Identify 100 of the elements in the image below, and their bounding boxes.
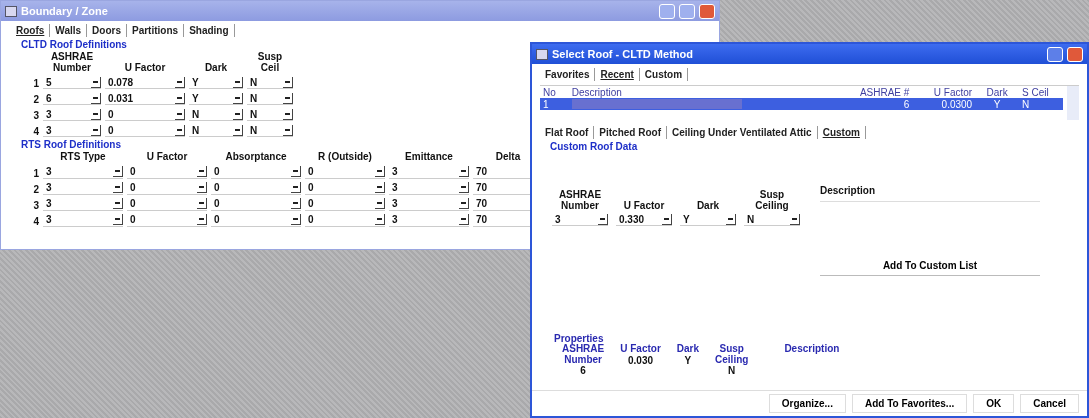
section-title: Properties bbox=[554, 333, 605, 344]
dropdown[interactable]: 3 bbox=[43, 124, 101, 137]
dropdown[interactable]: 3 bbox=[43, 213, 123, 227]
column-header: ASHRAE Number bbox=[49, 52, 95, 73]
dropdown[interactable]: N bbox=[247, 76, 293, 89]
section-title: CLTD Roof Definitions bbox=[21, 39, 127, 50]
dropdown[interactable]: 0 bbox=[211, 181, 301, 195]
tab[interactable]: Pitched Roof bbox=[594, 126, 667, 139]
dropdown[interactable]: 3 bbox=[43, 197, 123, 211]
column-header: Emittance bbox=[404, 152, 454, 163]
window-title: Select Roof - CLTD Method bbox=[552, 48, 693, 60]
dropdown[interactable]: 0 bbox=[211, 165, 301, 179]
dropdown[interactable]: 0 bbox=[127, 165, 207, 179]
tab[interactable]: Walls bbox=[50, 24, 88, 37]
scrollbar[interactable] bbox=[1067, 86, 1079, 120]
dropdown[interactable]: N bbox=[189, 108, 243, 121]
property-label: ASHRAE Number bbox=[562, 344, 605, 365]
row-number: 1 bbox=[32, 78, 39, 89]
list-cell-text: N bbox=[1021, 98, 1031, 110]
dialog-button[interactable]: Cancel bbox=[1020, 394, 1079, 413]
property-label: Dark bbox=[676, 344, 700, 355]
column-header: Delta bbox=[494, 152, 522, 163]
row-number: 4 bbox=[32, 215, 39, 227]
section-title: Custom Roof Data bbox=[550, 141, 638, 152]
dropdown[interactable]: N bbox=[247, 124, 293, 137]
dropdown[interactable]: 0 bbox=[211, 213, 301, 227]
dropdown[interactable]: 0.078 bbox=[105, 76, 185, 89]
dropdown[interactable]: 0 bbox=[127, 181, 207, 195]
dropdown[interactable]: 0.031 bbox=[105, 92, 185, 105]
tab[interactable]: Doors bbox=[87, 24, 127, 37]
dropdown[interactable]: N bbox=[189, 124, 243, 137]
column-header: Susp Ceil bbox=[256, 52, 284, 73]
property-label: Description bbox=[784, 344, 840, 355]
field-label: Dark bbox=[695, 200, 721, 211]
dropdown[interactable]: 0 bbox=[305, 197, 385, 211]
property-value: 0.030 bbox=[628, 354, 654, 366]
dropdown[interactable]: 3 bbox=[43, 108, 101, 121]
column-header: Dark bbox=[985, 86, 1009, 98]
list-cell-text: Y bbox=[992, 98, 1002, 110]
tab[interactable]: Custom bbox=[639, 68, 689, 81]
property-value: 6 bbox=[580, 365, 586, 376]
dropdown[interactable]: 3 bbox=[389, 181, 469, 195]
list-cell-text: 0.0300 bbox=[940, 98, 974, 110]
column-header: Dark bbox=[203, 62, 229, 73]
field-label: Description bbox=[820, 186, 876, 197]
dropdown[interactable]: 0 bbox=[105, 124, 185, 137]
column-header: S Ceil bbox=[1021, 86, 1050, 98]
dialog-button[interactable]: Add To Favorites... bbox=[851, 394, 968, 413]
row-number: 3 bbox=[32, 110, 39, 121]
row-number: 2 bbox=[32, 94, 39, 105]
dropdown[interactable]: N bbox=[744, 213, 800, 226]
dropdown[interactable]: N bbox=[247, 108, 293, 121]
dropdown[interactable]: Y bbox=[189, 92, 243, 105]
column-header: U Factor bbox=[932, 86, 974, 98]
row-number: 4 bbox=[32, 126, 39, 137]
dropdown[interactable]: 6 bbox=[43, 92, 101, 105]
dropdown[interactable]: 3 bbox=[552, 213, 608, 226]
dropdown[interactable]: 0 bbox=[305, 181, 385, 195]
column-header: U Factor bbox=[123, 62, 167, 73]
field-label: ASHRAE Number bbox=[557, 190, 603, 211]
section-title: RTS Roof Definitions bbox=[21, 139, 121, 150]
dropdown[interactable]: Y bbox=[189, 76, 243, 89]
dropdown[interactable]: 0.330 bbox=[616, 213, 672, 226]
dropdown[interactable]: 5 bbox=[43, 76, 101, 89]
dialog-button[interactable]: OK bbox=[973, 394, 1015, 413]
dropdown[interactable]: 0 bbox=[305, 213, 385, 227]
tab[interactable]: Shading bbox=[184, 24, 235, 37]
column-header: R (Outside) bbox=[317, 152, 373, 163]
dropdown[interactable]: 3 bbox=[389, 165, 469, 179]
dialog-button[interactable]: Organize... bbox=[768, 394, 846, 413]
column-header: U Factor bbox=[145, 152, 189, 163]
dropdown[interactable]: 0 bbox=[127, 213, 207, 227]
tab[interactable]: Flat Roof bbox=[540, 126, 595, 139]
dropdown[interactable]: 3 bbox=[43, 165, 123, 179]
list-row[interactable]: 1 6 0.0300 Y N bbox=[540, 98, 1063, 110]
tab[interactable]: Partitions bbox=[127, 24, 185, 37]
dropdown[interactable]: 0 bbox=[305, 165, 385, 179]
close-icon[interactable] bbox=[1067, 46, 1083, 62]
field-label: Susp Ceiling bbox=[754, 190, 790, 211]
property-value: Y bbox=[684, 354, 692, 366]
column-header: No bbox=[542, 86, 557, 98]
dropdown[interactable]: 3 bbox=[43, 181, 123, 195]
dropdown[interactable]: Y bbox=[680, 213, 736, 226]
column-header: Description bbox=[570, 86, 623, 98]
dropdown[interactable]: 0 bbox=[211, 197, 301, 211]
dropdown[interactable]: N bbox=[247, 92, 293, 105]
tab[interactable]: Ceiling Under Ventilated Attic bbox=[667, 126, 818, 139]
property-label: Susp Ceiling bbox=[715, 344, 749, 365]
column-header: Absorptance bbox=[224, 152, 288, 163]
dropdown[interactable]: 3 bbox=[389, 197, 469, 211]
dropdown[interactable]: 3 bbox=[389, 213, 469, 227]
dropdown[interactable]: 0 bbox=[127, 197, 207, 211]
field-label: U Factor bbox=[622, 200, 666, 211]
dropdown[interactable]: 0 bbox=[105, 108, 185, 121]
window-title: Boundary / Zone bbox=[21, 5, 108, 17]
app-icon bbox=[5, 5, 17, 17]
app-icon bbox=[536, 48, 548, 60]
property-label: U Factor bbox=[620, 344, 661, 355]
column-header: ASHRAE # bbox=[858, 86, 911, 98]
maximize-icon[interactable] bbox=[1047, 46, 1063, 62]
